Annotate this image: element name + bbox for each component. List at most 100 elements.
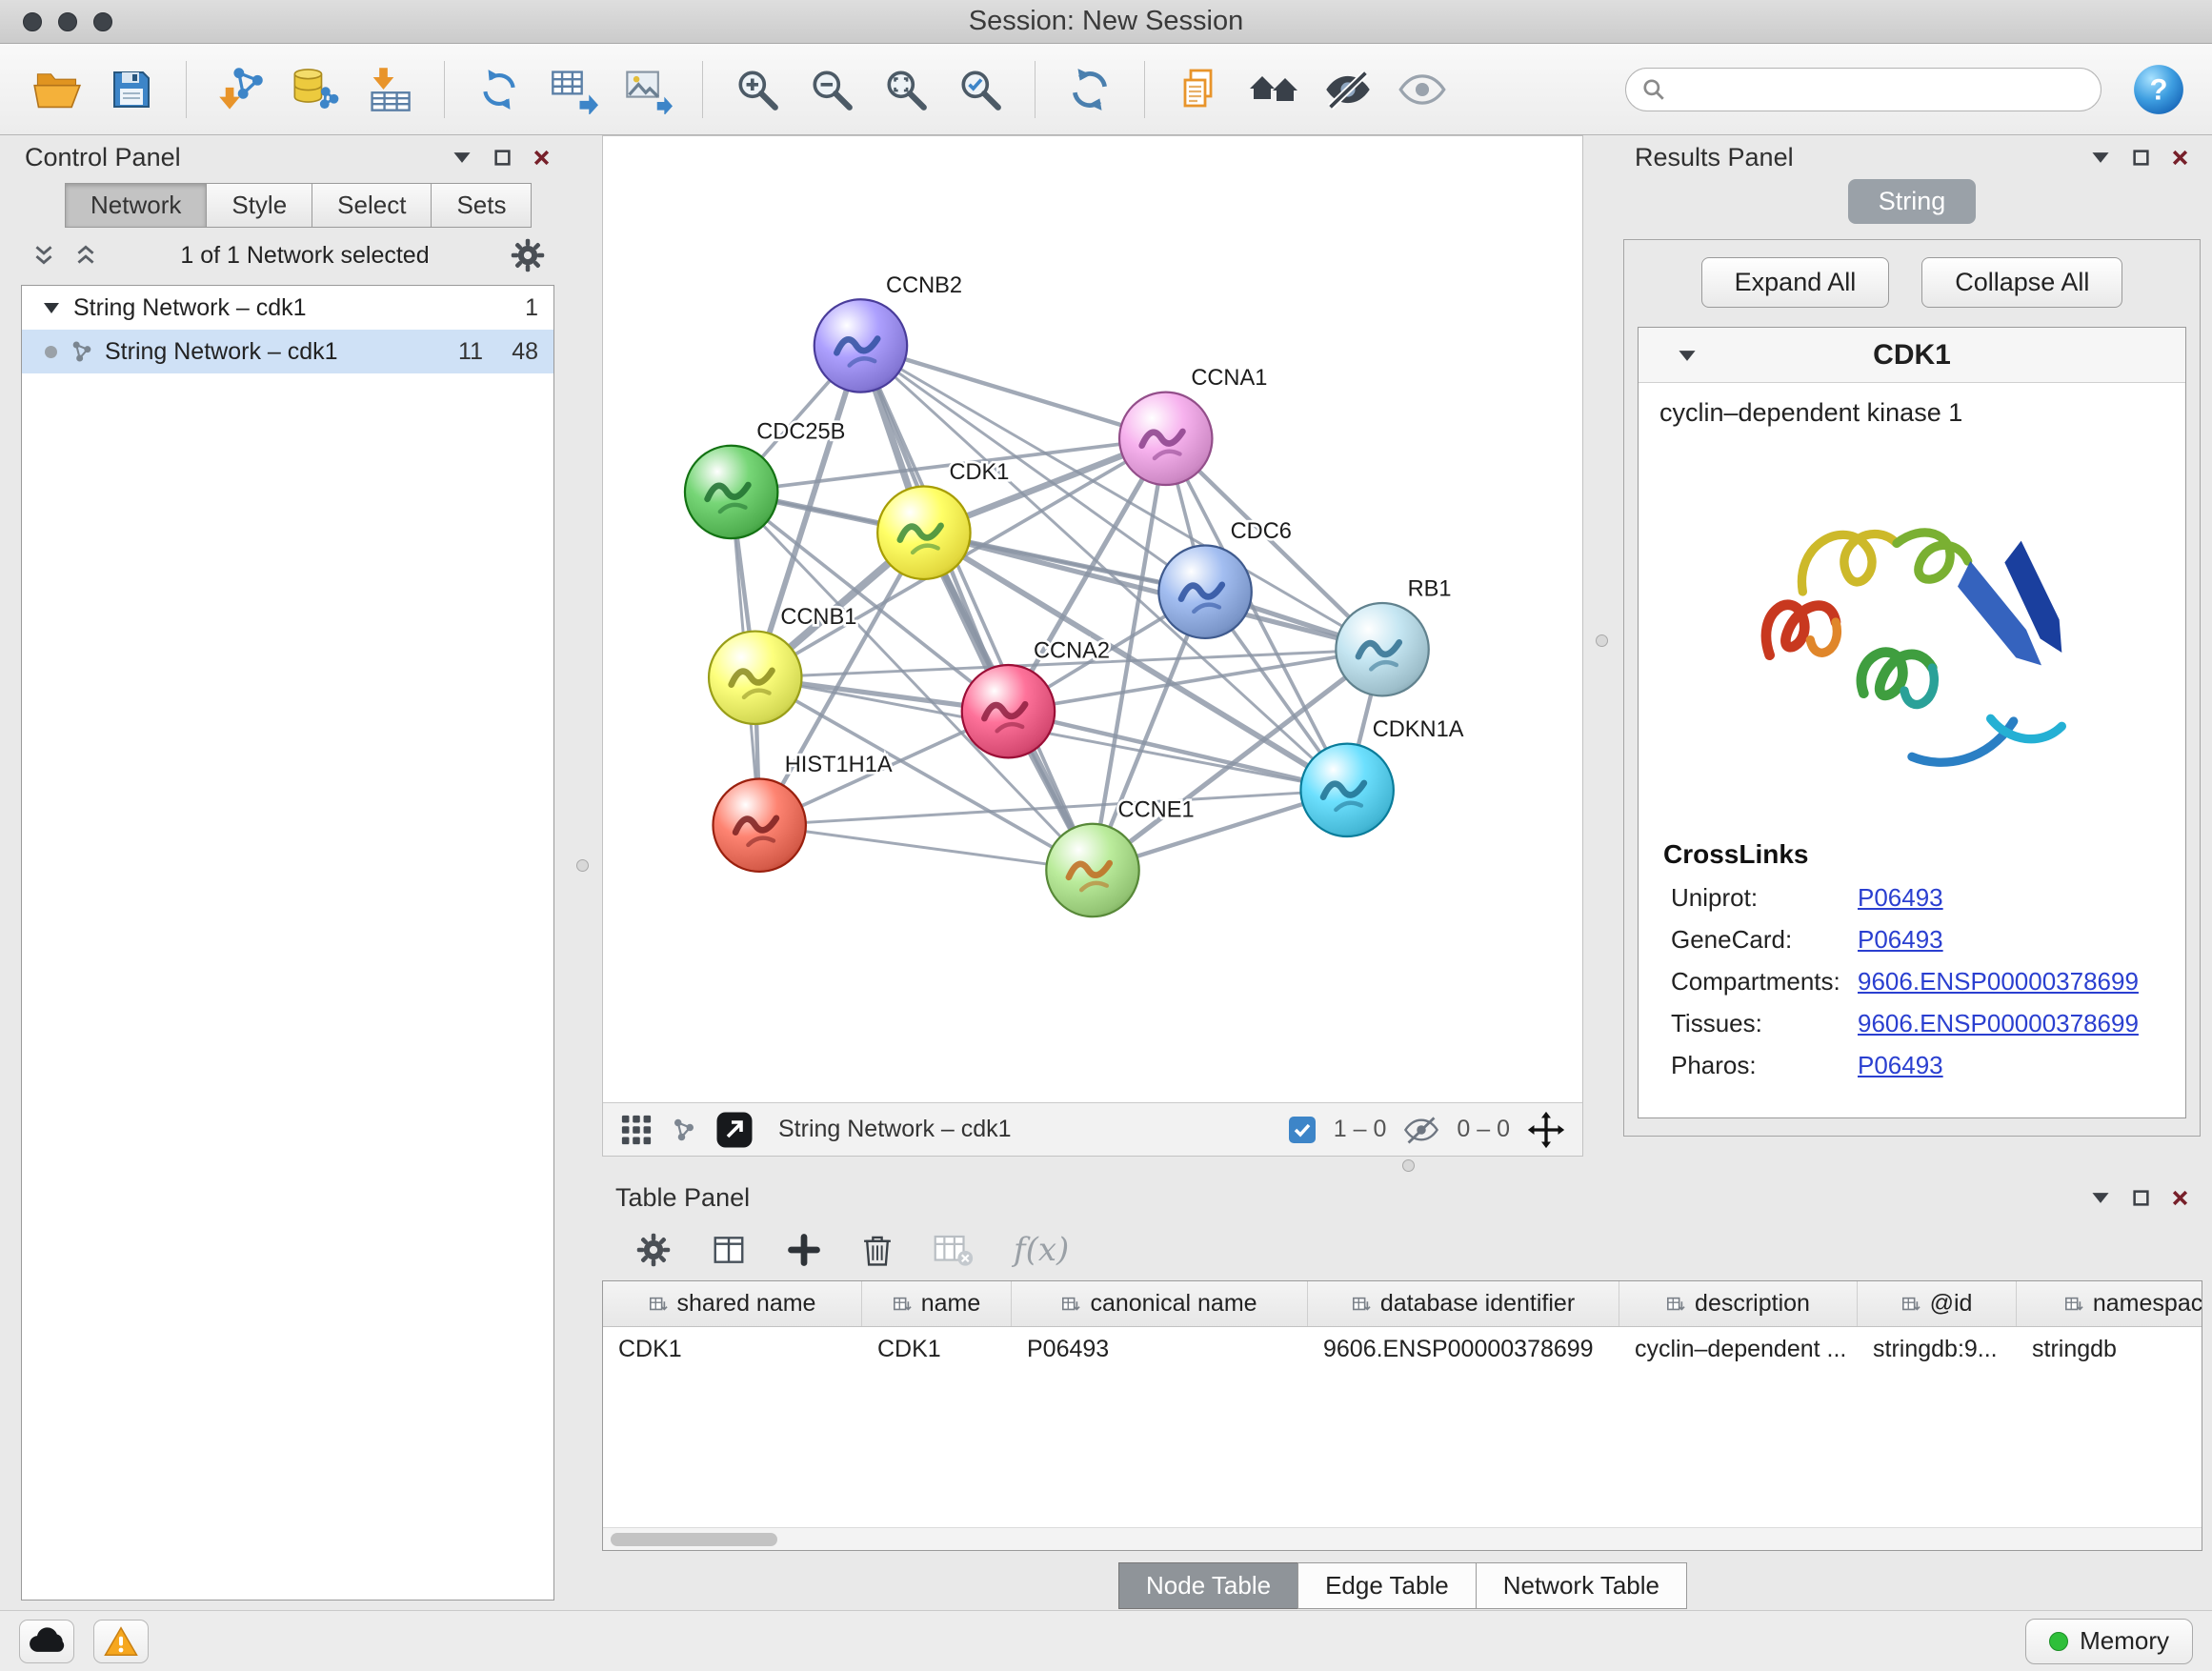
collection-expand-icon[interactable]: [43, 302, 60, 314]
zoom-fit-button[interactable]: [874, 52, 938, 127]
grid-view-icon[interactable]: [620, 1114, 653, 1146]
import-table-file-button[interactable]: [357, 52, 422, 127]
tab-string[interactable]: String: [1848, 179, 1977, 224]
network-canvas[interactable]: CCNB2CCNA1CDC25BCDK1CDC6RB1CCNB1CCNA2CDK…: [603, 136, 1582, 1102]
tab-network[interactable]: Network: [65, 183, 207, 228]
vertical-splitter-2[interactable]: [1583, 135, 1621, 1157]
expand-all-button[interactable]: Expand All: [1701, 257, 1890, 308]
expand-all-tree-icon[interactable]: [72, 243, 99, 268]
table-from-network-button[interactable]: [541, 52, 606, 127]
network-node-HIST1H1A[interactable]: HIST1H1A: [713, 753, 892, 872]
network-overview-icon[interactable]: [670, 1116, 698, 1144]
table-menu-icon[interactable]: [2090, 1191, 2111, 1205]
column-header-shared-name[interactable]: shared name: [603, 1281, 862, 1326]
network-row[interactable]: String Network – cdk1 11 48: [22, 330, 553, 373]
crosslink-link[interactable]: P06493: [1858, 1051, 1943, 1080]
splitter-handle-3[interactable]: [1402, 1159, 1415, 1172]
network-node-CDKN1A[interactable]: CDKN1A: [1300, 717, 1463, 836]
gene-header[interactable]: CDK1: [1639, 328, 2185, 383]
network-edge[interactable]: [860, 346, 1165, 438]
tab-sets[interactable]: Sets: [431, 183, 532, 228]
network-options-gear-icon[interactable]: [511, 238, 545, 272]
column-header-canonical-name[interactable]: canonical name: [1012, 1281, 1308, 1326]
column-header-description[interactable]: description: [1619, 1281, 1858, 1326]
collapse-gene-icon[interactable]: [1677, 349, 1698, 368]
network-node-CDK1[interactable]: CDK1: [877, 460, 1009, 579]
crosslink-link[interactable]: 9606.ENSP00000378699: [1858, 1009, 2139, 1038]
splitter-handle[interactable]: [576, 859, 589, 872]
network-edge[interactable]: [759, 825, 1093, 870]
search-input[interactable]: [1674, 70, 2085, 109]
open-session-button[interactable]: [25, 52, 90, 127]
network-collection-row[interactable]: String Network – cdk1 1: [22, 286, 553, 330]
results-menu-icon[interactable]: [2090, 151, 2111, 165]
network-node-RB1[interactable]: RB1: [1336, 577, 1451, 696]
column-header--id[interactable]: @id: [1858, 1281, 2017, 1326]
panel-float-icon[interactable]: [493, 149, 512, 167]
horizontal-scrollbar[interactable]: [603, 1527, 2202, 1550]
scrollbar-thumb[interactable]: [611, 1533, 777, 1546]
network-from-selection-button[interactable]: [467, 52, 532, 127]
column-header-name[interactable]: name: [862, 1281, 1012, 1326]
search-box[interactable]: [1625, 68, 2101, 111]
results-float-icon[interactable]: [2132, 149, 2150, 167]
table-options-gear-icon[interactable]: [636, 1233, 671, 1267]
help-button[interactable]: ?: [2130, 61, 2187, 118]
network-node-CDC25B[interactable]: CDC25B: [685, 419, 845, 538]
delete-column-icon[interactable]: [861, 1232, 894, 1268]
show-columns-icon[interactable]: [711, 1232, 747, 1268]
zoom-out-button[interactable]: [799, 52, 864, 127]
splitter-handle-2[interactable]: [1596, 634, 1608, 647]
tab-select[interactable]: Select: [312, 183, 432, 228]
table-close-icon[interactable]: [2171, 1189, 2189, 1207]
save-session-button[interactable]: [99, 52, 164, 127]
export-image-button[interactable]: [615, 52, 680, 127]
close-window-button[interactable]: [23, 12, 42, 31]
network-node-CCNB1[interactable]: CCNB1: [709, 605, 856, 724]
panel-close-icon[interactable]: [533, 149, 551, 167]
toolbar-separator: [1035, 61, 1036, 118]
collapse-all-button[interactable]: Collapse All: [1921, 257, 2122, 308]
zoom-in-button[interactable]: [725, 52, 790, 127]
import-network-file-button[interactable]: [209, 52, 273, 127]
tab-network-table[interactable]: Network Table: [1476, 1562, 1687, 1609]
protein-structure-image: [1721, 439, 2102, 820]
home-view-button[interactable]: [1241, 52, 1306, 127]
fit-selection-icon[interactable]: [1527, 1111, 1565, 1149]
copy-document-button[interactable]: [1167, 52, 1232, 127]
warnings-button[interactable]: [93, 1620, 149, 1663]
crosslink-link[interactable]: P06493: [1858, 925, 1943, 955]
memory-button[interactable]: Memory: [2025, 1619, 2193, 1664]
cloud-button[interactable]: [19, 1620, 74, 1663]
column-header-namespace[interactable]: namespace: [2017, 1281, 2202, 1326]
network-edge[interactable]: [860, 346, 1093, 871]
horizontal-splitter[interactable]: [602, 1157, 2202, 1176]
tab-edge-table[interactable]: Edge Table: [1297, 1562, 1477, 1609]
zoom-selected-button[interactable]: [948, 52, 1013, 127]
maximize-window-button[interactable]: [93, 12, 112, 31]
detach-view-icon[interactable]: [715, 1111, 754, 1149]
crosslink-link[interactable]: P06493: [1858, 883, 1943, 913]
minimize-window-button[interactable]: [58, 12, 77, 31]
table-row[interactable]: CDK1CDK1P064939606.ENSP00000378699cyclin…: [603, 1327, 2202, 1371]
vertical-splitter[interactable]: [564, 135, 602, 1610]
tab-style[interactable]: Style: [206, 183, 312, 228]
hide-selected-button[interactable]: [1316, 52, 1380, 127]
collapse-all-tree-icon[interactable]: [30, 243, 57, 268]
results-panel: Results Panel String Expand All Collapse…: [1621, 135, 2202, 1157]
tab-node-table[interactable]: Node Table: [1118, 1562, 1298, 1609]
import-network-database-button[interactable]: [283, 52, 348, 127]
network-edge[interactable]: [924, 533, 1382, 650]
network-edge[interactable]: [1008, 712, 1347, 791]
refresh-layout-button[interactable]: [1057, 52, 1122, 127]
network-node-CCNA1[interactable]: CCNA1: [1119, 366, 1267, 485]
show-all-button[interactable]: [1390, 52, 1455, 127]
column-header-database-identifier[interactable]: database identifier: [1308, 1281, 1619, 1326]
add-column-icon[interactable]: [787, 1233, 821, 1267]
panel-menu-icon[interactable]: [452, 151, 473, 165]
table-float-icon[interactable]: [2132, 1189, 2150, 1207]
network-tree: String Network – cdk1 1 String Network –…: [21, 285, 554, 1601]
network-node-CCNB2[interactable]: CCNB2: [814, 273, 962, 393]
results-close-icon[interactable]: [2171, 149, 2189, 167]
crosslink-link[interactable]: 9606.ENSP00000378699: [1858, 967, 2139, 997]
